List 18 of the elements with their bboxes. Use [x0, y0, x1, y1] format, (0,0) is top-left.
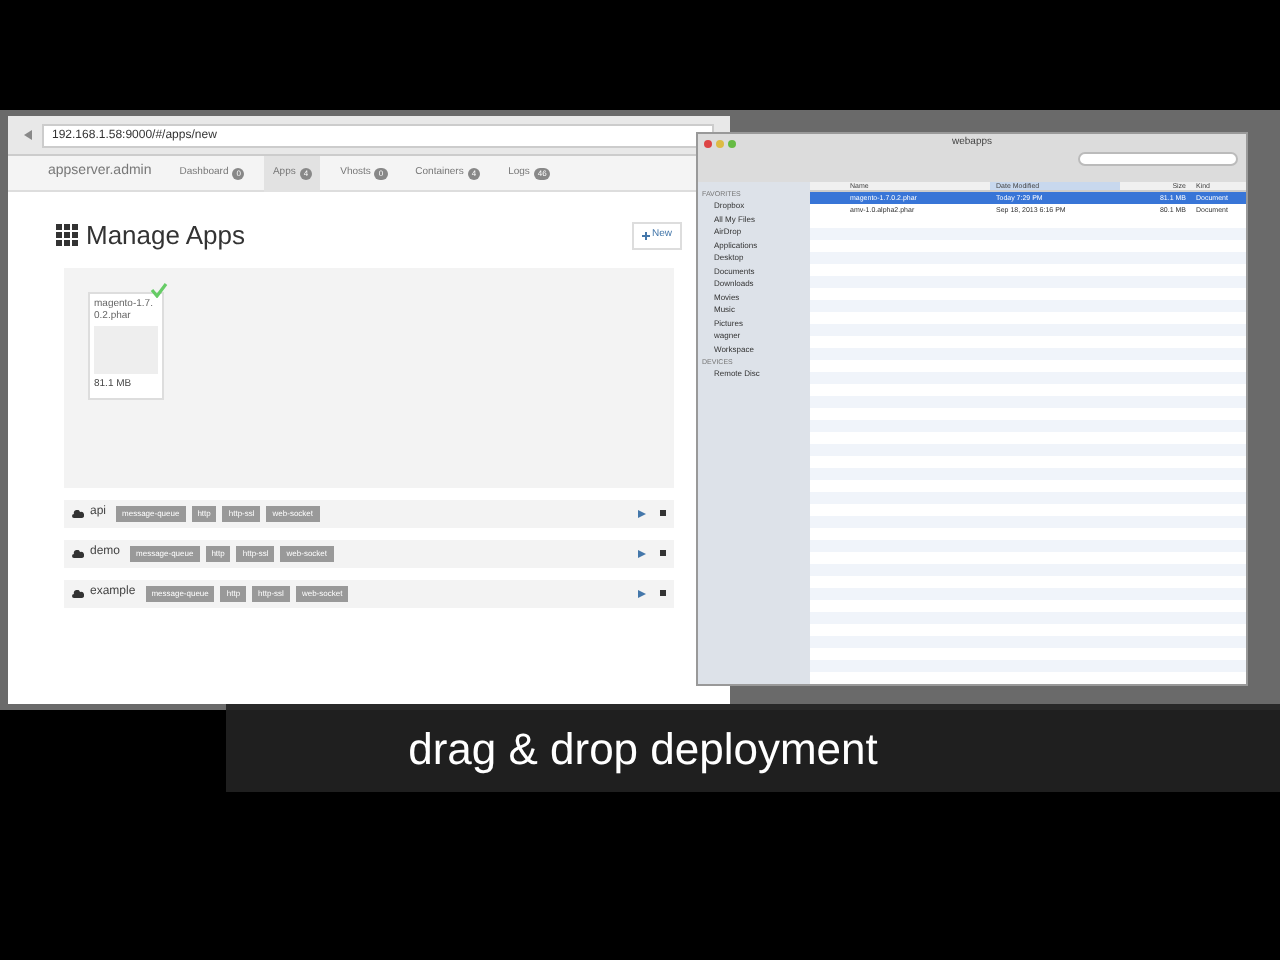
plus-icon [641, 231, 650, 240]
close-button[interactable] [704, 140, 712, 148]
grid-icon [56, 224, 78, 247]
caption-text: drag & drop deployment [408, 721, 878, 778]
cloud-icon [72, 509, 84, 517]
minimize-button[interactable] [716, 140, 724, 148]
stop-icon[interactable] [660, 550, 666, 556]
play-icon[interactable] [638, 509, 646, 517]
play-icon[interactable] [638, 549, 646, 557]
cloud-icon [72, 549, 84, 557]
stop-icon[interactable] [660, 510, 666, 516]
cloud-icon [72, 589, 84, 597]
play-icon[interactable] [638, 589, 646, 597]
zoom-button[interactable] [728, 140, 736, 148]
search-field[interactable] [1078, 152, 1238, 166]
page-title: Manage Apps [86, 218, 246, 254]
back-icon[interactable] [24, 130, 34, 140]
stop-icon[interactable] [660, 590, 666, 596]
